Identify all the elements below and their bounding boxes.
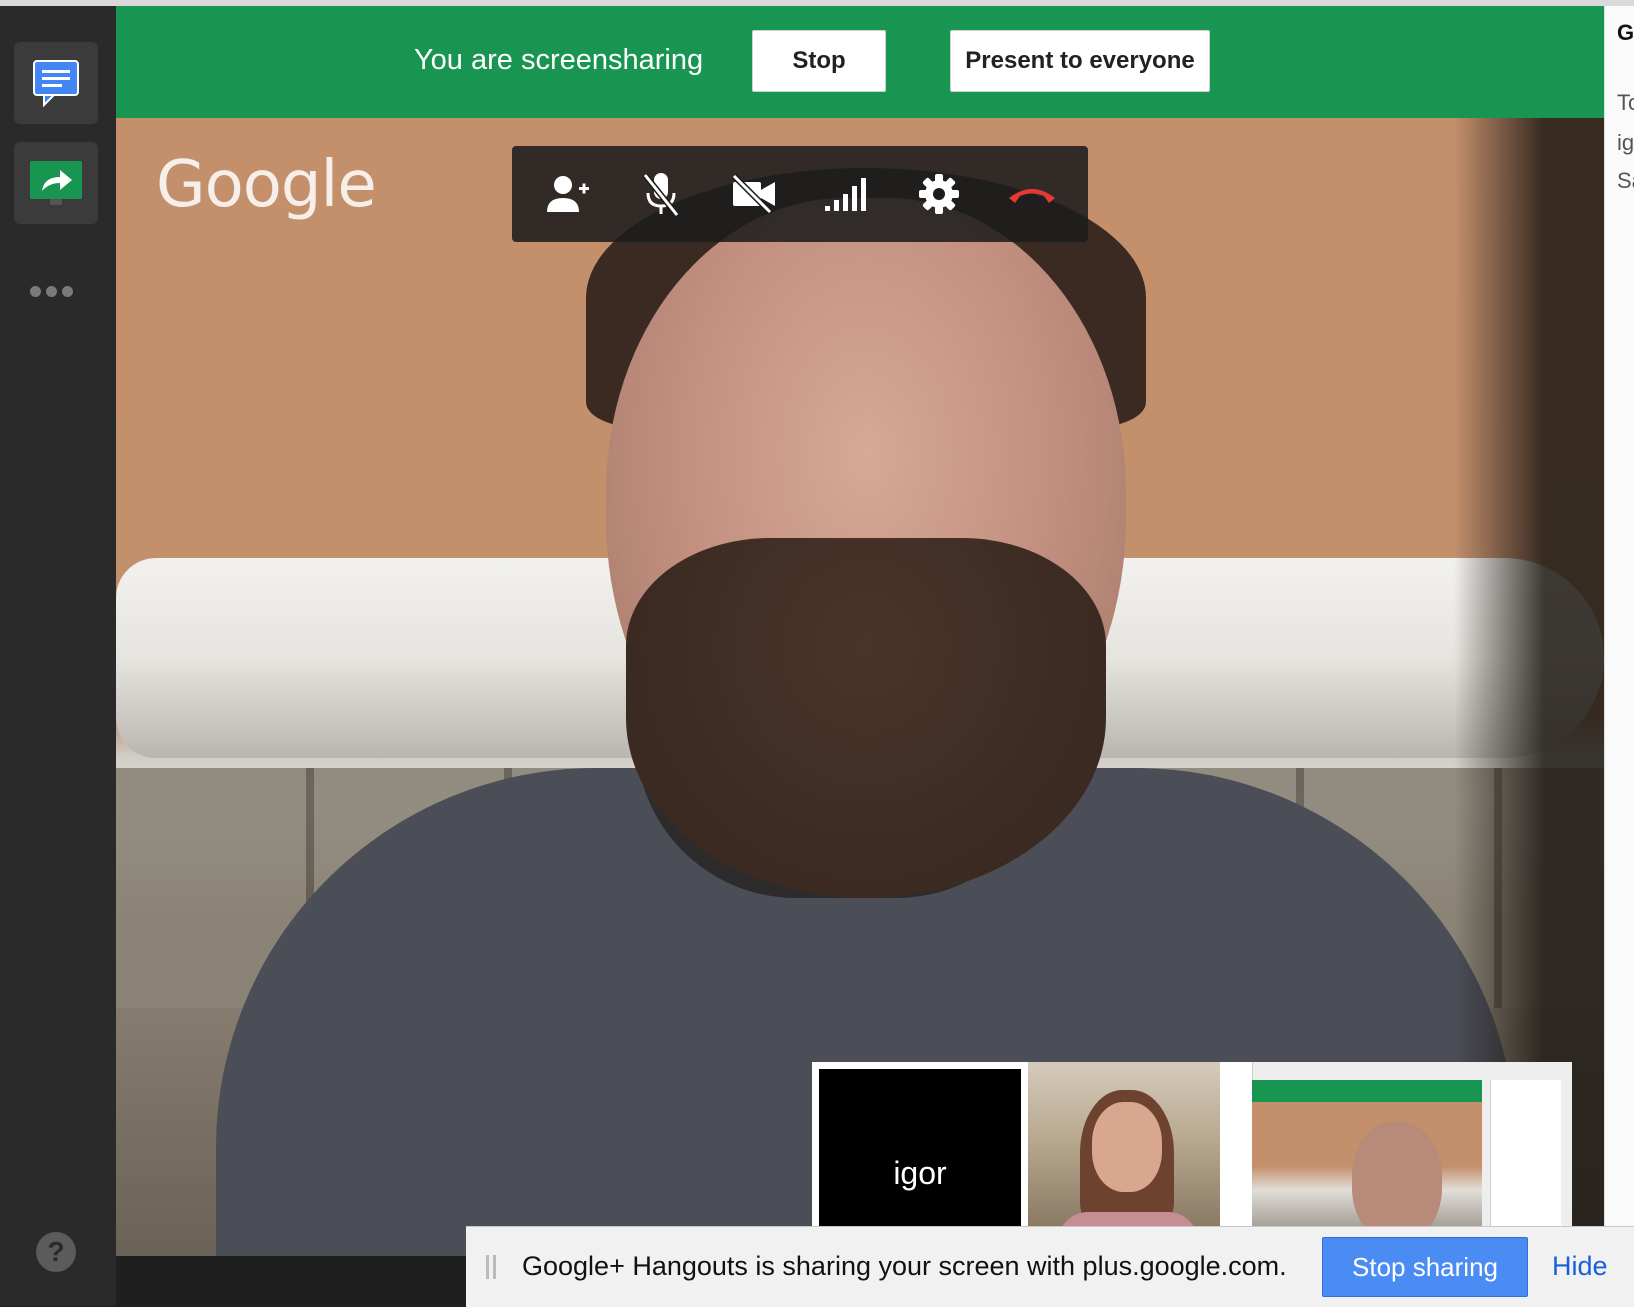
sharing-message: Google+ Hangouts is sharing your screen … [522,1251,1287,1281]
more-options-icon[interactable] [30,286,73,297]
screenshare-icon [30,161,82,205]
hide-link[interactable]: Hide [1552,1251,1608,1282]
invite-people-button[interactable] [540,166,596,222]
thumbnail-person-face [1092,1102,1162,1192]
screenshare-banner: You are screensharing Stop Present to ev… [116,6,1604,118]
screen-sharing-notification: Google+ Hangouts is sharing your screen … [466,1226,1634,1307]
screenshare-message: You are screensharing [414,44,704,76]
participant-name: igor [893,1155,947,1191]
video-person-beard [626,538,1106,898]
camera-toggle-button[interactable] [726,166,782,222]
panel-line-to: To [1617,90,1634,115]
mute-microphone-button[interactable] [633,166,689,222]
camera-off-icon [731,174,775,214]
stop-sharing-button[interactable]: Stop sharing [1322,1237,1528,1297]
bandwidth-button[interactable] [818,166,874,222]
signal-bars-icon [825,178,867,211]
settings-button[interactable] [911,166,967,222]
left-rail: ? [0,6,116,1306]
drag-handle-icon[interactable] [486,1255,496,1279]
panel-title: G [1617,20,1634,45]
google-watermark: Google [156,148,377,222]
hang-up-icon [1008,189,1055,203]
help-icon[interactable]: ? [36,1232,76,1272]
panel-line-sa: Sa [1617,168,1634,193]
hang-up-button[interactable] [1004,166,1060,222]
add-person-icon [547,176,590,212]
chat-side-panel: G To ig Sa [1604,6,1634,1306]
chat-button[interactable] [14,42,98,124]
thumbnail-screen-face [1352,1122,1442,1242]
settings-icon [918,174,959,214]
stop-screenshare-button[interactable]: Stop [752,30,886,92]
thumbnail-screen-banner [1252,1080,1482,1102]
chat-icon [33,60,79,108]
panel-line-ig: ig [1617,130,1634,155]
present-to-everyone-button[interactable]: Present to everyone [950,30,1210,92]
mic-muted-icon [642,173,680,217]
call-toolbar [512,146,1088,242]
screenshare-button[interactable] [14,142,98,224]
